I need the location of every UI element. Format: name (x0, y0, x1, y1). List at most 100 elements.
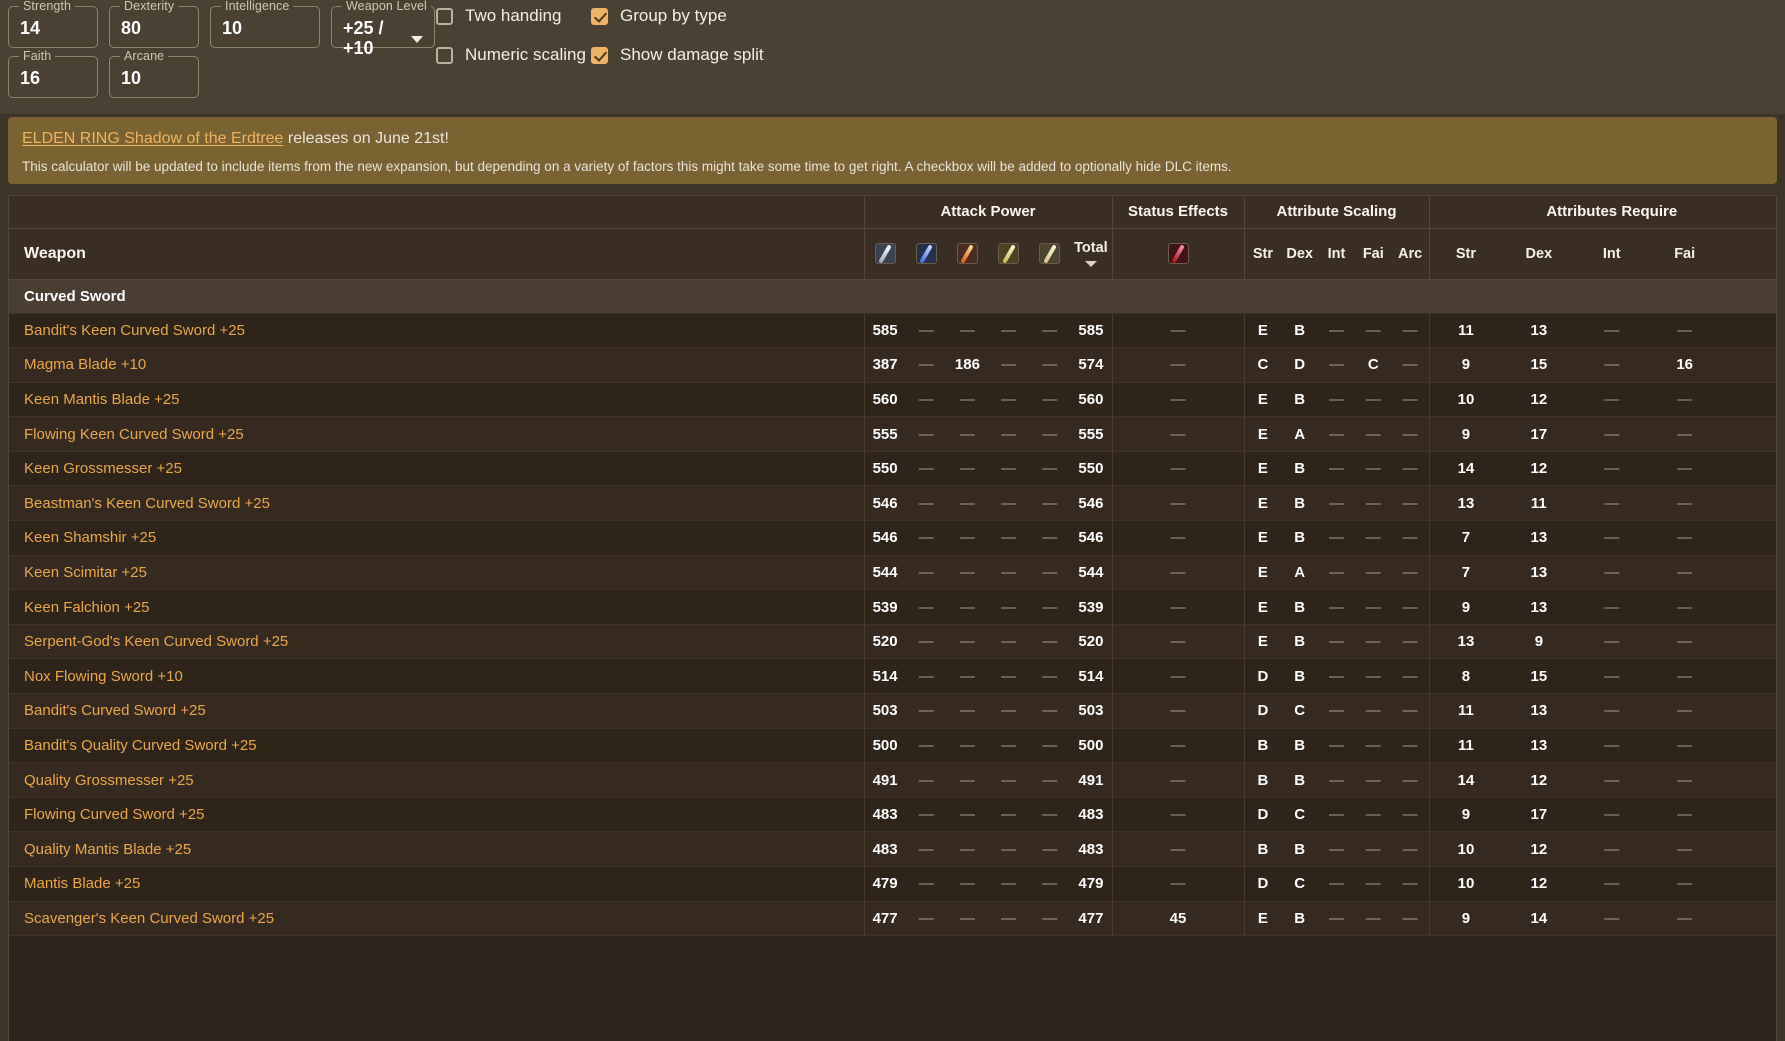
table-row[interactable]: Keen Mantis Blade +25 560— — — —560— E B — — —10 1… (9, 382, 1776, 418)
weapon-name-cell[interactable]: Quality Mantis Blade +25 (9, 831, 864, 867)
numeric-scaling-checkbox[interactable] (436, 46, 453, 64)
weapon-name-cell[interactable]: Bandit's Keen Curved Sword +25 (9, 313, 864, 349)
intelligence-value[interactable]: 10 (222, 18, 308, 38)
attack-3: — (1001, 840, 1017, 858)
weapon-name-cell[interactable]: Keen Mantis Blade +25 (9, 382, 864, 418)
required-1: 13 (1530, 321, 1548, 339)
group-header-attribute-scaling[interactable]: Attribute Scaling (1243, 196, 1429, 229)
weapon-name-cell[interactable]: Serpent-God's Keen Curved Sword +25 (9, 624, 864, 660)
required-cells: 10 12 — — (1430, 867, 1777, 901)
weapon-name-cell[interactable]: Keen Grossmesser +25 (9, 451, 864, 487)
weapon-name-cell[interactable]: Flowing Keen Curved Sword +25 (9, 416, 864, 452)
weapon-name-cell[interactable]: Keen Scimitar +25 (9, 555, 864, 591)
table-row[interactable]: Nox Flowing Sword +10 514 — — — — 514 — D B — — — 8 15… (9, 658, 1776, 695)
scaling-3: C (1367, 356, 1379, 374)
table-row[interactable]: Beastman's Keen Curved Sword +25 546— — — —5… (9, 485, 1776, 522)
column-header-magic[interactable] (906, 243, 947, 264)
option-group-by-type[interactable]: Group by type (591, 6, 764, 26)
column-header-fire[interactable] (947, 243, 988, 264)
status-effects-cell: — (1111, 693, 1244, 729)
weapon-name-cell[interactable]: Keen Shamshir +25 (9, 520, 864, 556)
column-header-scaling-dex[interactable]: Dex (1281, 246, 1318, 262)
required-2: — (1604, 390, 1620, 408)
required-cells: 9 14 — — (1430, 902, 1777, 936)
column-header-scaling-int[interactable]: Int (1318, 246, 1355, 262)
weapon-name-cell[interactable]: Mantis Blade +25 (9, 866, 864, 902)
column-header-required-fai[interactable]: Fai (1648, 246, 1721, 262)
weapon-name-cell[interactable]: Scavenger's Keen Curved Sword +25 (9, 901, 864, 937)
table-row[interactable]: Mantis Blade +25 479 — — — — 479 — D C — — — 10 12 — — (9, 866, 1777, 902)
status-0: 45 (1169, 909, 1187, 927)
weapon-name-cell[interactable]: Beastman's Keen Curved Sword +25 (9, 485, 864, 522)
table-row[interactable]: Serpent-God's Keen Curved Sword +25 520 — —… (9, 624, 1776, 660)
intelligence-field[interactable]: Intelligence 10 (210, 0, 320, 48)
required-0: 10 (1457, 840, 1475, 858)
table-row[interactable]: Quality Mantis Blade +25 483 — — — — 483 — B B — — —… (9, 831, 1776, 867)
strength-value[interactable]: 14 (20, 18, 86, 38)
group-header-status-effects[interactable]: Status Effects (1111, 196, 1244, 229)
column-header-required-str[interactable]: Str (1430, 246, 1503, 262)
attack-1: — (918, 321, 934, 339)
attack-cells: 555 — — — — 555 (865, 417, 1112, 451)
weapon-name-cell[interactable]: Nox Flowing Sword +10 (9, 658, 864, 695)
option-two-handing[interactable]: Two handing (436, 6, 591, 26)
option-numeric-scaling[interactable]: Numeric scaling (436, 45, 591, 65)
column-header-scaling-arc[interactable]: Arc (1392, 246, 1429, 262)
scaling-0: E (1257, 909, 1268, 927)
table-row[interactable]: Bandit's Quality Curved Sword +25 500 — — — —… (9, 728, 1776, 764)
required-1: 13 (1530, 702, 1548, 720)
table-row[interactable]: Keen Grossmesser +25 550 — — — — 550 — E B — — — 14 12… (9, 451, 1776, 487)
table-row[interactable]: Bandit's Curved Sword +25 503 — — — — 503 — D C — —… (9, 693, 1776, 729)
column-header-scaling-fai[interactable]: Fai (1355, 246, 1392, 262)
group-by-type-checkbox[interactable] (591, 7, 608, 25)
table-row[interactable]: Magma Blade +10 387 — 186 — — 574 — C D — C — 9 15 — 16 (9, 347, 1776, 383)
scaling-1: D (1294, 356, 1306, 374)
weapon-name-cell[interactable]: Flowing Curved Sword +25 (9, 797, 864, 833)
column-header-lightning[interactable] (988, 243, 1029, 264)
arcane-field[interactable]: Arcane 10 (109, 49, 199, 98)
weapon-table-container[interactable]: Attack Power Status Effects Attribute Sc… (8, 195, 1777, 1041)
attributes-required-cell: 9 17 — — (1428, 416, 1776, 452)
weapon-level-select[interactable]: Weapon Level +25 / +10 (331, 0, 435, 58)
weapon-level-value-wrap[interactable]: +25 / +10 (343, 18, 423, 58)
weapon-name-cell[interactable]: Quality Grossmesser +25 (9, 762, 864, 798)
weapon-name-cell[interactable]: Keen Falchion +25 (9, 589, 864, 625)
weapon-name-cell[interactable]: Bandit's Curved Sword +25 (9, 693, 864, 729)
status-effects-cell: — (1111, 831, 1244, 867)
option-show-damage-split[interactable]: Show damage split (591, 45, 764, 65)
faith-value[interactable]: 16 (20, 68, 86, 88)
column-header-scaling-str[interactable]: Str (1245, 246, 1282, 262)
column-header-weapon[interactable]: Weapon (9, 228, 864, 280)
status-effects-cell: — (1111, 520, 1244, 556)
table-row[interactable]: Scavenger's Keen Curved Sword +25 477 — — — —… (9, 901, 1777, 937)
two-handing-checkbox[interactable] (436, 7, 453, 25)
column-header-required-dex[interactable]: Dex (1502, 246, 1575, 262)
table-row[interactable]: Bandit's Keen Curved Sword +25 585— — — —585… (9, 313, 1776, 349)
table-row[interactable]: Quality Grossmesser +25 491— — — —491— B B — — —1… (9, 762, 1776, 798)
dexterity-field[interactable]: Dexterity 80 (109, 0, 199, 48)
table-row[interactable]: Keen Shamshir +25 546 — — — — 546 — E B — — — 7 13 — — (9, 520, 1776, 556)
show-damage-split-checkbox[interactable] (591, 46, 608, 64)
strength-field[interactable]: Strength 14 (8, 0, 98, 48)
status-0: — (1170, 529, 1186, 547)
arcane-value[interactable]: 10 (121, 68, 187, 88)
group-header-attack-power[interactable]: Attack Power (863, 196, 1112, 229)
column-header-required-int[interactable]: Int (1575, 246, 1648, 262)
column-header-bleed[interactable] (1113, 243, 1244, 264)
dexterity-value[interactable]: 80 (121, 18, 187, 38)
table-row[interactable]: Keen Scimitar +25 544 — — — — 544 — E A — — — 7 13 — — (9, 555, 1776, 591)
faith-field[interactable]: Faith 16 (8, 49, 98, 98)
table-row[interactable]: Flowing Keen Curved Sword +25 555 — — — — 555 —… (9, 416, 1776, 452)
column-header-total[interactable]: Total (1070, 240, 1111, 267)
scaling-cells: E B — — — (1245, 383, 1429, 417)
column-header-physical[interactable] (865, 243, 906, 264)
table-row[interactable]: Keen Falchion +25 539 — — — — 539 — E B — — — 9 13 — — (9, 589, 1776, 625)
group-header-attributes-required[interactable]: Attributes Require (1428, 196, 1776, 229)
weapon-name-cell[interactable]: Magma Blade +10 (9, 347, 864, 383)
column-header-holy[interactable] (1029, 243, 1070, 264)
status-effects-cell: — (1111, 589, 1244, 625)
weapon-name-cell[interactable]: Bandit's Quality Curved Sword +25 (9, 728, 864, 764)
table-row[interactable]: Flowing Curved Sword +25 483 — — — — 483 — D C — — —… (9, 797, 1776, 833)
dlc-link[interactable]: ELDEN RING Shadow of the Erdtree (22, 130, 283, 147)
status-0: — (1170, 806, 1186, 824)
